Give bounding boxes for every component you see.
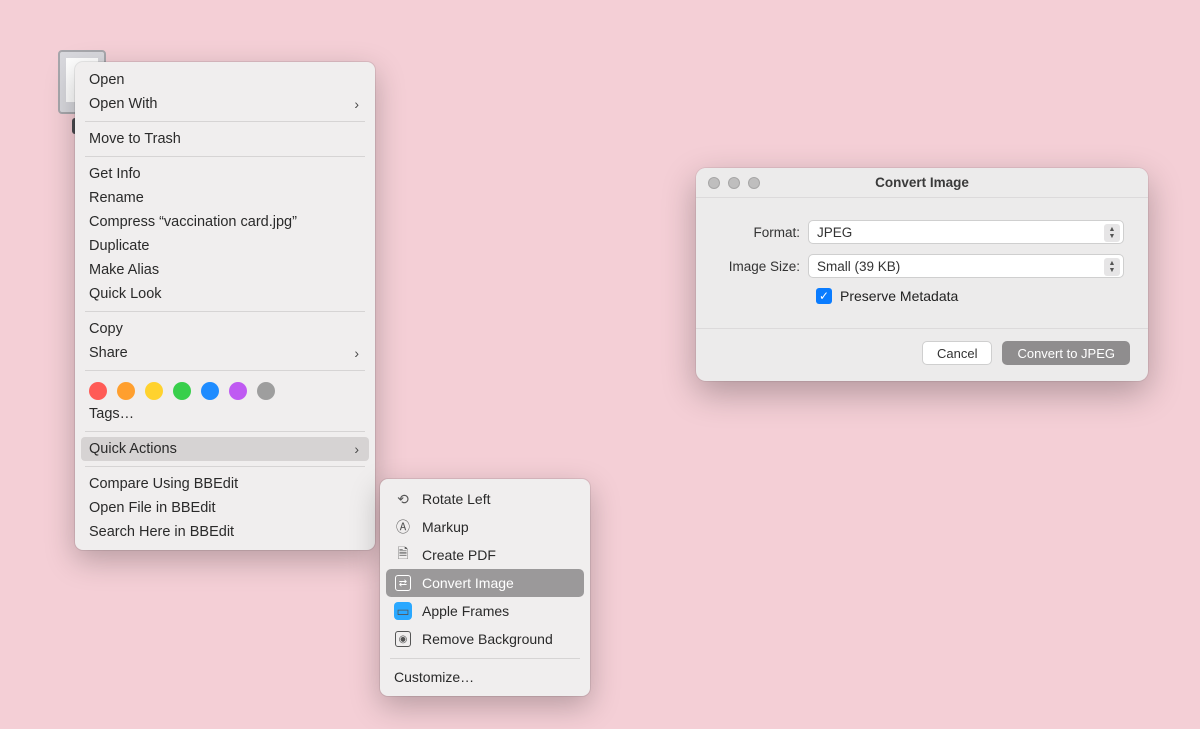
separator (85, 370, 365, 371)
separator (85, 466, 365, 467)
menu-move-to-trash-label: Move to Trash (89, 131, 181, 147)
preserve-metadata-checkbox[interactable]: ✓ (816, 288, 832, 304)
apple-frames-icon: ▭ (394, 602, 412, 620)
format-label: Format: (720, 225, 808, 240)
tag-purple[interactable] (229, 382, 247, 400)
submenu-convert-image-label: Convert Image (422, 575, 514, 591)
menu-compare-bbedit[interactable]: Compare Using BBEdit (75, 472, 375, 496)
chevron-right-icon: › (354, 96, 359, 112)
menu-rename[interactable]: Rename (75, 186, 375, 210)
menu-quick-actions-label: Quick Actions (89, 441, 177, 457)
menu-open-with[interactable]: Open With › (75, 92, 375, 116)
cancel-button[interactable]: Cancel (922, 341, 992, 365)
menu-copy-label: Copy (89, 321, 123, 337)
menu-search-here-bbedit-label: Search Here in BBEdit (89, 524, 234, 540)
menu-compress[interactable]: Compress “vaccination card.jpg” (75, 210, 375, 234)
convert-image-icon: ⇄ (394, 574, 412, 592)
updown-stepper-icon: ▲▼ (1104, 224, 1120, 242)
submenu-apple-frames[interactable]: ▭ Apple Frames (380, 597, 590, 625)
updown-stepper-icon: ▲▼ (1104, 258, 1120, 276)
document-icon: 🗎 (394, 546, 412, 564)
menu-make-alias[interactable]: Make Alias (75, 258, 375, 282)
cancel-button-label: Cancel (937, 346, 977, 361)
remove-background-icon: ◉ (394, 630, 412, 648)
tag-yellow[interactable] (145, 382, 163, 400)
menu-open-with-label: Open With (89, 96, 158, 112)
convert-button-label: Convert to JPEG (1017, 346, 1115, 361)
separator (85, 156, 365, 157)
menu-compare-bbedit-label: Compare Using BBEdit (89, 476, 238, 492)
submenu-create-pdf-label: Create PDF (422, 547, 496, 563)
submenu-convert-image[interactable]: ⇄ Convert Image (386, 569, 584, 597)
submenu-rotate-left[interactable]: ⟲ Rotate Left (380, 485, 590, 513)
dialog-titlebar: Convert Image (696, 168, 1148, 198)
separator (85, 311, 365, 312)
image-size-label: Image Size: (720, 259, 808, 274)
menu-quick-look-label: Quick Look (89, 286, 162, 302)
separator (85, 431, 365, 432)
tag-color-row (75, 376, 375, 402)
menu-quick-look[interactable]: Quick Look (75, 282, 375, 306)
rotate-left-icon: ⟲ (394, 490, 412, 508)
image-size-select[interactable]: Small (39 KB) ▲▼ (808, 254, 1124, 278)
menu-open-file-bbedit-label: Open File in BBEdit (89, 500, 216, 516)
dialog-title: Convert Image (696, 175, 1148, 190)
tag-green[interactable] (173, 382, 191, 400)
tag-red[interactable] (89, 382, 107, 400)
submenu-customize-label: Customize… (394, 669, 474, 685)
menu-tags[interactable]: Tags… (75, 402, 375, 426)
format-select[interactable]: JPEG ▲▼ (808, 220, 1124, 244)
tag-orange[interactable] (117, 382, 135, 400)
menu-open-file-bbedit[interactable]: Open File in BBEdit (75, 496, 375, 520)
menu-search-here-bbedit[interactable]: Search Here in BBEdit (75, 520, 375, 544)
convert-image-dialog: Convert Image Format: JPEG ▲▼ Image Size… (696, 168, 1148, 381)
menu-get-info[interactable]: Get Info (75, 162, 375, 186)
submenu-apple-frames-label: Apple Frames (422, 603, 509, 619)
submenu-markup-label: Markup (422, 519, 469, 535)
submenu-markup[interactable]: Ⓐ Markup (380, 513, 590, 541)
format-value: JPEG (817, 225, 852, 240)
submenu-rotate-left-label: Rotate Left (422, 491, 491, 507)
menu-make-alias-label: Make Alias (89, 262, 159, 278)
menu-share-label: Share (89, 345, 128, 361)
menu-duplicate-label: Duplicate (89, 238, 149, 254)
tag-gray[interactable] (257, 382, 275, 400)
context-menu: Open Open With › Move to Trash Get Info … (75, 62, 375, 550)
menu-open[interactable]: Open (75, 68, 375, 92)
menu-quick-actions[interactable]: Quick Actions › (81, 437, 369, 461)
menu-copy[interactable]: Copy (75, 317, 375, 341)
chevron-right-icon: › (354, 345, 359, 361)
menu-get-info-label: Get Info (89, 166, 141, 182)
separator (85, 121, 365, 122)
menu-share[interactable]: Share › (75, 341, 375, 365)
menu-duplicate[interactable]: Duplicate (75, 234, 375, 258)
submenu-remove-background-label: Remove Background (422, 631, 553, 647)
menu-move-to-trash[interactable]: Move to Trash (75, 127, 375, 151)
submenu-customize[interactable]: Customize… (380, 664, 590, 690)
tag-blue[interactable] (201, 382, 219, 400)
menu-rename-label: Rename (89, 190, 144, 206)
menu-compress-label: Compress “vaccination card.jpg” (89, 214, 297, 230)
quick-actions-submenu: ⟲ Rotate Left Ⓐ Markup 🗎 Create PDF ⇄ Co… (380, 479, 590, 696)
menu-tags-label: Tags… (89, 406, 134, 422)
submenu-remove-background[interactable]: ◉ Remove Background (380, 625, 590, 653)
separator (390, 658, 580, 659)
chevron-right-icon: › (354, 441, 359, 457)
submenu-create-pdf[interactable]: 🗎 Create PDF (380, 541, 590, 569)
preserve-metadata-label: Preserve Metadata (840, 288, 958, 304)
convert-to-jpeg-button[interactable]: Convert to JPEG (1002, 341, 1130, 365)
menu-open-label: Open (89, 72, 124, 88)
markup-icon: Ⓐ (394, 518, 412, 536)
image-size-value: Small (39 KB) (817, 259, 900, 274)
